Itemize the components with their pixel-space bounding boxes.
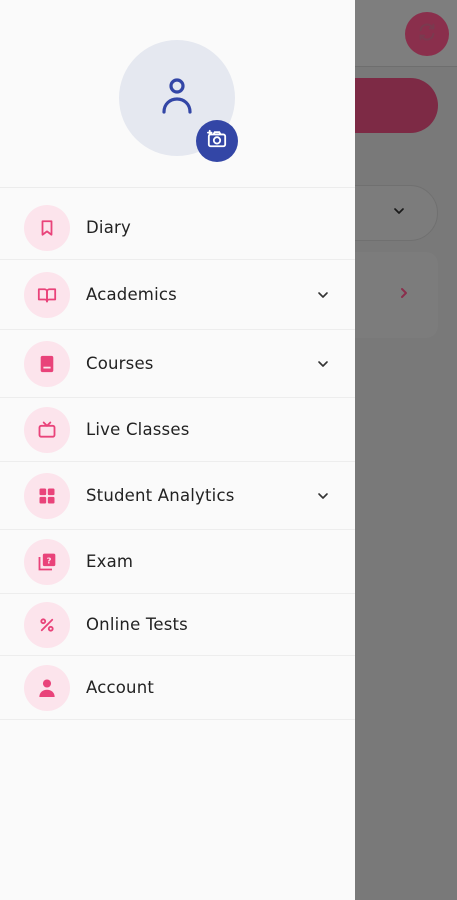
menu-item-label: Account [86, 678, 155, 697]
menu-item-label: Academics [86, 285, 177, 304]
menu-item-student-analytics[interactable]: Student Analytics [0, 462, 355, 530]
menu-item-label: Courses [86, 354, 154, 373]
divider [0, 187, 355, 188]
menu-item-label: Diary [86, 218, 131, 237]
menu-item-label: Exam [86, 552, 134, 571]
chevron-down-icon[interactable] [315, 356, 331, 372]
book-icon [24, 340, 70, 387]
menu-item-label: Live Classes [86, 420, 190, 439]
chevron-down-icon[interactable] [315, 488, 331, 504]
open-book-icon [24, 271, 70, 318]
sync-icon [416, 21, 438, 47]
menu-item-diary[interactable]: Diary [0, 196, 355, 260]
menu-item-live-classes[interactable]: Live Classes [0, 398, 355, 462]
menu-item-online-tests[interactable]: Online Tests [0, 594, 355, 656]
menu-item-label: Student Analytics [86, 486, 235, 505]
chevron-down-icon[interactable] [315, 287, 331, 303]
menu-item-label: Online Tests [86, 615, 188, 634]
drawer-menu: Diary Academics Courses Live Classes Stu… [0, 196, 355, 720]
user-icon [160, 76, 194, 120]
change-photo-button[interactable] [196, 120, 238, 162]
svg-text:?: ? [47, 555, 52, 565]
navigation-drawer: Diary Academics Courses Live Classes Stu… [0, 0, 355, 900]
tv-icon [24, 406, 70, 453]
menu-item-academics[interactable]: Academics [0, 260, 355, 330]
chevron-right-icon [396, 284, 412, 306]
chevron-down-icon [391, 203, 407, 223]
quiz-icon: ? [24, 538, 70, 585]
person-icon [24, 664, 70, 711]
menu-item-account[interactable]: Account [0, 656, 355, 720]
grid-icon [24, 472, 70, 519]
profile-section [119, 40, 238, 162]
camera-icon [206, 129, 228, 153]
menu-item-exam[interactable]: ? Exam [0, 530, 355, 594]
menu-item-courses[interactable]: Courses [0, 330, 355, 398]
sync-button[interactable] [405, 12, 449, 56]
percent-icon [24, 601, 70, 648]
bookmark-icon [24, 204, 70, 251]
